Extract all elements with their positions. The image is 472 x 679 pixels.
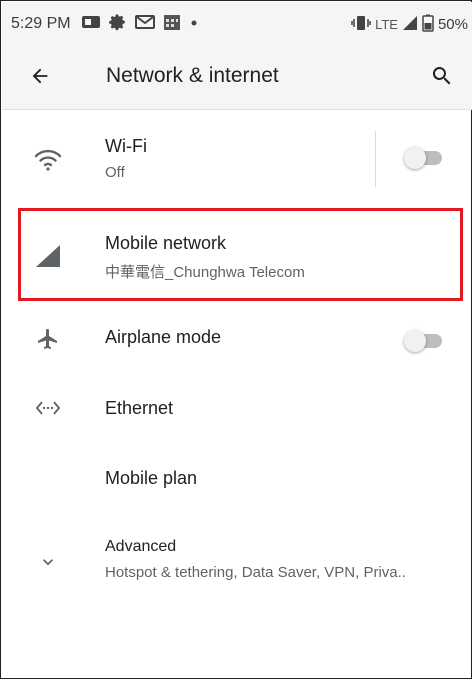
wifi-divider	[375, 131, 376, 187]
mobile-plan-title: Mobile plan	[105, 468, 198, 488]
list-item-advanced[interactable]: Advanced Hotspot & tethering, Data Saver…	[2, 518, 472, 608]
list-item-mobile-plan[interactable]: Mobile plan	[2, 444, 472, 516]
advanced-title: Advanced	[105, 538, 177, 555]
list-item-airplane-mode[interactable]: Airplane mode	[2, 306, 472, 372]
list-item-wifi[interactable]: Wi-Fi Off	[2, 112, 472, 206]
message-icon	[81, 14, 101, 35]
highlight-box	[18, 208, 463, 301]
wifi-icon	[30, 142, 66, 178]
toggle-thumb	[404, 330, 426, 352]
app-bar: Network & internet	[2, 46, 472, 110]
dot-icon	[189, 15, 199, 33]
gmail-icon	[134, 14, 155, 35]
back-button[interactable]	[24, 62, 56, 94]
search-icon	[430, 64, 454, 93]
battery-icon	[422, 14, 434, 35]
network-label: LTE	[375, 16, 398, 32]
airplane-mode-title: Airplane mode	[105, 327, 222, 347]
status-time: 5:29 PM	[11, 15, 71, 32]
wifi-title: Wi-Fi	[105, 136, 147, 156]
vibrate-icon	[351, 15, 371, 34]
signal-icon	[402, 15, 418, 34]
screen: 5:29 PM LTE 50% Network & internet Wi-Fi…	[0, 0, 472, 679]
list-item-ethernet[interactable]: Ethernet	[2, 374, 472, 442]
wifi-toggle[interactable]	[404, 145, 444, 169]
ethernet-title: Ethernet	[105, 398, 174, 418]
advanced-summary: Hotspot & tethering, Data Saver, VPN, Pr…	[105, 564, 406, 581]
calendar-icon	[163, 13, 181, 36]
airplane-mode-toggle[interactable]	[404, 328, 444, 352]
gear-icon	[108, 13, 127, 36]
battery-percent: 50%	[437, 15, 468, 33]
page-title: Network & internet	[106, 64, 279, 87]
search-button[interactable]	[426, 62, 458, 94]
toggle-thumb	[404, 147, 426, 169]
status-bar: 5:29 PM LTE 50%	[2, 2, 472, 46]
wifi-summary: Off	[105, 164, 125, 181]
airplane-icon	[30, 321, 66, 357]
arrow-back-icon	[29, 65, 51, 92]
chevron-down-icon	[30, 544, 66, 580]
ethernet-icon	[30, 390, 66, 426]
